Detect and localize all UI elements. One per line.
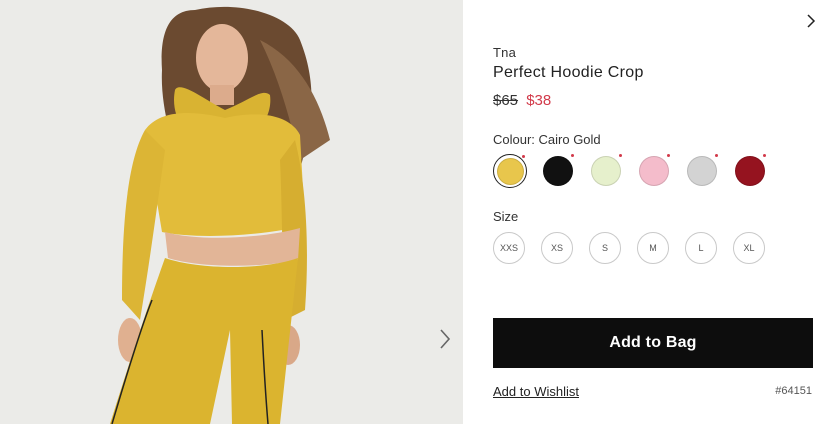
size-option-xl[interactable]: XL (733, 232, 765, 264)
price: $65 $38 (493, 92, 551, 109)
size-options: XXS XS S M L XL (493, 232, 781, 264)
swatch-indicator (571, 154, 574, 157)
swatch-color (687, 156, 717, 186)
product-sku: #64151 (775, 385, 812, 397)
swatch-color (639, 156, 669, 186)
size-option-s[interactable]: S (589, 232, 621, 264)
add-to-wishlist-link[interactable]: Add to Wishlist (493, 384, 579, 399)
size-option-xxs[interactable]: XXS (493, 232, 525, 264)
swatch-pale-green[interactable] (589, 154, 623, 188)
swatch-red[interactable] (733, 154, 767, 188)
product-image-panel (0, 0, 463, 424)
brand-name: Tna (493, 45, 517, 60)
swatch-color (543, 156, 573, 186)
product-title: Perfect Hoodie Crop (493, 64, 644, 81)
sale-price: $38 (526, 92, 552, 109)
size-label: Size (493, 209, 519, 224)
add-to-bag-button[interactable]: Add to Bag (493, 318, 813, 368)
product-details-panel: Tna Perfect Hoodie Crop $65 $38 Colour: … (463, 0, 818, 424)
swatch-indicator (522, 155, 525, 158)
size-option-l[interactable]: L (685, 232, 717, 264)
colour-swatches (493, 154, 781, 188)
swatch-black[interactable] (541, 154, 575, 188)
swatch-color (591, 156, 621, 186)
swatch-pink[interactable] (637, 154, 671, 188)
chevron-right-icon[interactable] (436, 326, 454, 352)
size-option-m[interactable]: M (637, 232, 669, 264)
swatch-heather-grey[interactable] (685, 154, 719, 188)
original-price: $65 (493, 92, 519, 109)
swatch-indicator (715, 154, 718, 157)
swatch-indicator (619, 154, 622, 157)
colour-label: Colour: Cairo Gold (493, 132, 601, 147)
swatch-indicator (763, 154, 766, 157)
swatch-cairo-gold[interactable] (493, 154, 527, 188)
swatch-color (735, 156, 765, 186)
size-option-xs[interactable]: XS (541, 232, 573, 264)
close-icon[interactable] (804, 10, 818, 32)
product-photo (0, 0, 463, 424)
swatch-indicator (667, 154, 670, 157)
swatch-color (496, 157, 524, 185)
